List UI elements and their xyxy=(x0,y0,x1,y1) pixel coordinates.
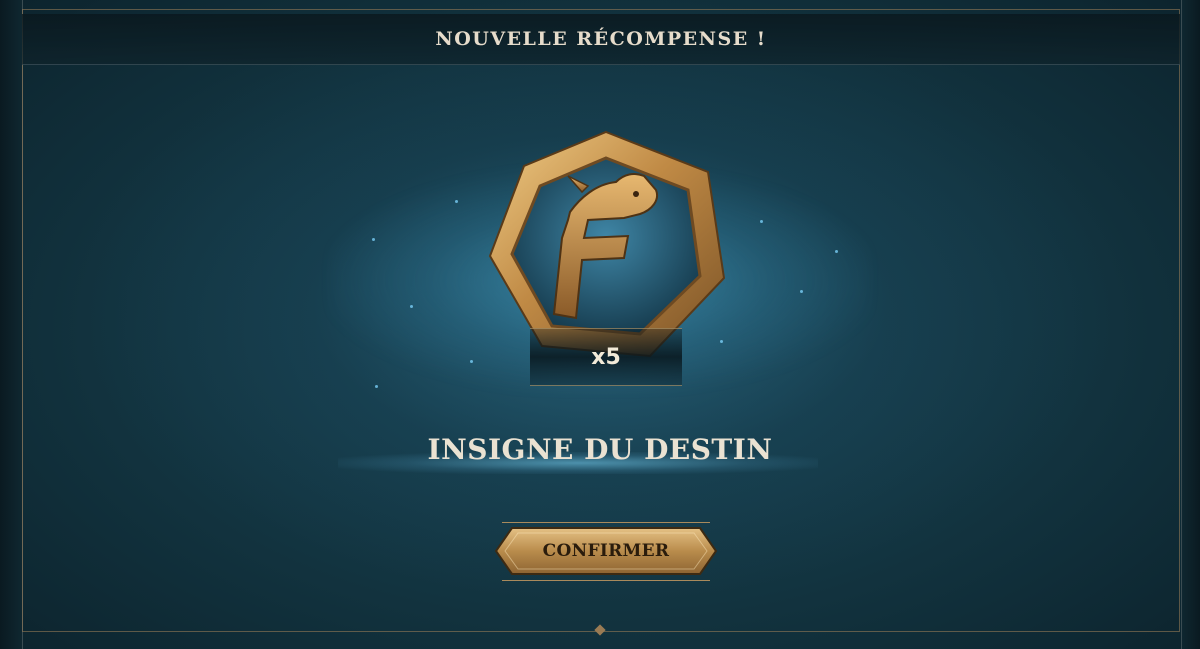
dragon-f-insignia-icon xyxy=(488,130,726,358)
quantity-plate: x5 xyxy=(530,328,682,386)
glow-particle xyxy=(455,200,458,203)
glow-particle xyxy=(410,305,413,308)
left-edge xyxy=(0,0,23,649)
reward-quantity: x5 xyxy=(591,344,621,370)
reward-name: INSIGNE DU DESTIN xyxy=(427,433,773,466)
glow-particle xyxy=(835,250,838,253)
glow-particle xyxy=(760,220,763,223)
glow-particle xyxy=(470,360,473,363)
button-bottom-rule xyxy=(502,580,710,581)
reward-screen: NOUVELLE RÉCOMPENSE ! x5 INSIGNE DU DEST… xyxy=(0,0,1200,649)
reward-badge xyxy=(484,128,728,360)
title-bar: NOUVELLE RÉCOMPENSE ! xyxy=(22,14,1180,65)
glow-particle xyxy=(372,238,375,241)
button-top-rule xyxy=(502,522,710,523)
page-title: NOUVELLE RÉCOMPENSE ! xyxy=(435,28,767,50)
glow-particle xyxy=(375,385,378,388)
glow-particle xyxy=(800,290,803,293)
right-edge xyxy=(1181,0,1200,649)
confirm-button[interactable]: CONFIRMER xyxy=(494,526,718,576)
confirm-button-label: CONFIRMER xyxy=(542,541,670,561)
